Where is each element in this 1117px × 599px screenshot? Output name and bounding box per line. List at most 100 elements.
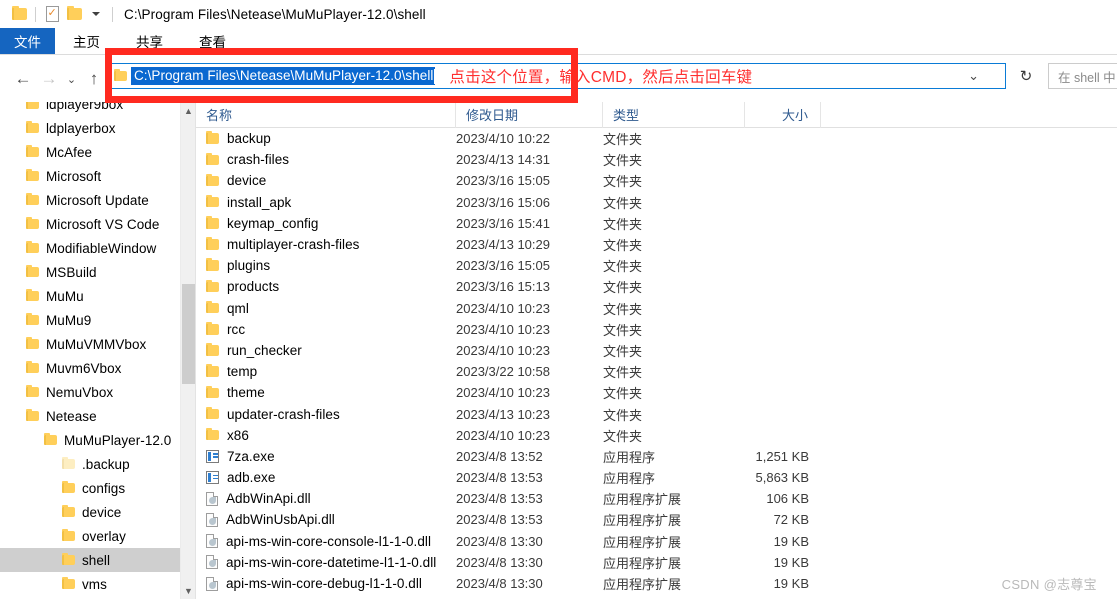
- column-header-size[interactable]: 大小: [745, 101, 821, 128]
- folder-icon: [44, 432, 57, 446]
- sidebar-item-device[interactable]: device: [0, 500, 181, 524]
- table-row[interactable]: api-ms-win-core-datetime-l1-1-0.dll 2023/…: [196, 552, 1117, 573]
- file-name-cell: qml: [196, 301, 456, 316]
- sidebar-item-modifiablewindow[interactable]: ModifiableWindow: [0, 236, 181, 260]
- tab-share[interactable]: 共享: [118, 28, 181, 54]
- table-row[interactable]: crash-files 2023/4/13 14:31 文件夹: [196, 149, 1117, 170]
- sidebar-item-vms[interactable]: vms: [0, 572, 181, 596]
- column-header-name[interactable]: 名称: [196, 101, 456, 128]
- new-folder-icon[interactable]: [63, 3, 85, 25]
- sidebar-item-microsoft-update[interactable]: Microsoft Update: [0, 188, 181, 212]
- file-name-label: adb.exe: [227, 470, 276, 486]
- table-row[interactable]: AdbWinUsbApi.dll 2023/4/8 13:53 应用程序扩展 72 K…: [196, 509, 1117, 530]
- file-type-cell: 文件夹: [603, 322, 643, 338]
- sidebar-item-label: ModifiableWindow: [46, 240, 157, 256]
- sidebar-item-mumu9[interactable]: MuMu9: [0, 308, 181, 332]
- folder-icon: [26, 192, 39, 206]
- table-row[interactable]: api-ms-win-core-console-l1-1-0.dll 2023/4…: [196, 531, 1117, 552]
- sidebar-item-label: MuMu: [46, 288, 84, 304]
- file-size-cell: 1,251 KB: [755, 448, 810, 464]
- exe-icon: [206, 471, 219, 485]
- scroll-up-icon[interactable]: ▲: [181, 102, 196, 119]
- search-input[interactable]: 在 shell 中: [1048, 63, 1117, 89]
- table-row[interactable]: rcc 2023/4/10 10:23 文件夹: [196, 319, 1117, 340]
- address-folder-icon: [114, 68, 127, 82]
- sidebar-item-microsoft[interactable]: Microsoft: [0, 164, 181, 188]
- up-arrow-icon[interactable]: ↑: [81, 64, 107, 94]
- column-header-type[interactable]: 类型: [603, 101, 745, 128]
- chevron-down-icon[interactable]: [85, 3, 107, 25]
- folder-icon: [206, 428, 219, 441]
- sidebar-item-nemuvbox[interactable]: NemuVbox: [0, 380, 181, 404]
- folder-icon: [206, 258, 219, 271]
- folder-tree: ldplayer9box ldplayerbox McAfee Microsoft Mi…: [0, 102, 181, 596]
- sidebar-item-mumuplayer-12-0[interactable]: MuMuPlayer-12.0: [0, 428, 181, 452]
- file-name-label: x86: [227, 427, 249, 443]
- sidebar-item-overlay[interactable]: overlay: [0, 524, 181, 548]
- sidebar-item-configs[interactable]: configs: [0, 476, 181, 500]
- sidebar-item-msbuild[interactable]: MSBuild: [0, 260, 181, 284]
- file-date-cell: 2023/4/10 10:23: [456, 342, 550, 358]
- table-row[interactable]: api-ms-win-core-debug-l1-1-0.dll 2023/4/8…: [196, 573, 1117, 594]
- table-row[interactable]: adb.exe 2023/4/8 13:53 应用程序 5,863 KB: [196, 467, 1117, 488]
- file-type-cell: 文件夹: [603, 407, 643, 423]
- folder-icon: [26, 240, 39, 254]
- table-row[interactable]: multiplayer-crash-files 2023/4/13 10:29 文件…: [196, 234, 1117, 255]
- sidebar-item-muvm6vbox[interactable]: Muvm6Vbox: [0, 356, 181, 380]
- table-row[interactable]: install_apk 2023/3/16 15:06 文件夹: [196, 192, 1117, 213]
- table-row[interactable]: plugins 2023/3/16 15:05 文件夹: [196, 255, 1117, 276]
- sidebar-item-mumuvmmvbox[interactable]: MuMuVMMVbox: [0, 332, 181, 356]
- file-name-cell: updater-crash-files: [196, 407, 456, 422]
- address-input[interactable]: C:\Program Files\Netease\MuMuPlayer-12.0…: [131, 67, 436, 85]
- table-row[interactable]: device 2023/3/16 15:05 文件夹: [196, 170, 1117, 191]
- table-row[interactable]: AdbWinApi.dll 2023/4/8 13:53 应用程序扩展 106 KB: [196, 488, 1117, 509]
- folder-icon: [26, 312, 39, 326]
- address-dropdown-chevron-icon[interactable]: ⌄: [968, 68, 979, 84]
- sidebar-item-backup[interactable]: .backup: [0, 452, 181, 476]
- table-row[interactable]: x86 2023/4/10 10:23 文件夹: [196, 425, 1117, 446]
- scroll-down-icon[interactable]: ▼: [181, 582, 196, 599]
- sidebar-scrollbar-thumb[interactable]: [182, 284, 196, 384]
- file-size-cell: 19 KB: [773, 554, 809, 570]
- address-bar[interactable]: C:\Program Files\Netease\MuMuPlayer-12.0…: [108, 63, 1006, 89]
- table-row[interactable]: backup 2023/4/10 10:22 文件夹: [196, 128, 1117, 149]
- file-name-cell: api-ms-win-core-debug-l1-1-0.dll: [196, 576, 456, 591]
- forward-arrow-icon[interactable]: →: [36, 64, 62, 94]
- refresh-icon[interactable]: ↻: [1012, 63, 1040, 89]
- folder-icon[interactable]: [8, 3, 30, 25]
- properties-checkmark-icon[interactable]: [41, 3, 63, 25]
- file-date-cell: 2023/3/16 15:06: [456, 194, 550, 210]
- file-name-cell: install_apk: [196, 195, 456, 210]
- sidebar-item-mcafee[interactable]: McAfee: [0, 140, 181, 164]
- tab-file[interactable]: 文件: [0, 28, 55, 54]
- column-header-date[interactable]: 修改日期: [456, 101, 603, 128]
- sidebar-item-label: MuMu9: [46, 312, 92, 328]
- table-row[interactable]: qml 2023/4/10 10:23 文件夹: [196, 298, 1117, 319]
- folder-icon: [206, 406, 219, 420]
- sidebar-scrollbar[interactable]: ▲ ▼: [180, 102, 196, 599]
- sidebar-item-microsoft-vs-code[interactable]: Microsoft VS Code: [0, 212, 181, 236]
- sidebar-item-ldplayerbox[interactable]: ldplayerbox: [0, 116, 181, 140]
- sidebar-item-shell[interactable]: shell: [0, 548, 181, 572]
- table-row[interactable]: keymap_config 2023/3/16 15:41 文件夹: [196, 213, 1117, 234]
- sidebar-item-mumu[interactable]: MuMu: [0, 284, 181, 308]
- file-name-label: api-ms-win-core-console-l1-1-0.dll: [226, 533, 432, 549]
- recent-locations-chevron-icon[interactable]: ⌄: [62, 64, 81, 94]
- file-type-cell: 文件夹: [603, 216, 643, 232]
- file-name-cell: api-ms-win-core-console-l1-1-0.dll: [196, 534, 456, 549]
- table-row[interactable]: temp 2023/3/22 10:58 文件夹: [196, 361, 1117, 382]
- sidebar-item-ldplayer9box[interactable]: ldplayer9box: [0, 102, 181, 116]
- table-row[interactable]: 7za.exe 2023/4/8 13:52 应用程序 1,251 KB: [196, 446, 1117, 467]
- table-row[interactable]: updater-crash-files 2023/4/13 10:23 文件夹: [196, 403, 1117, 424]
- sidebar-item-netease[interactable]: Netease: [0, 404, 181, 428]
- table-row[interactable]: products 2023/3/16 15:13 文件夹: [196, 276, 1117, 297]
- folder-icon: [62, 552, 75, 566]
- file-name-label: qml: [227, 300, 249, 316]
- folder-icon: [206, 279, 219, 293]
- file-type-cell: 文件夹: [603, 238, 643, 254]
- tab-view[interactable]: 查看: [181, 28, 244, 54]
- tab-home[interactable]: 主页: [55, 28, 118, 54]
- table-row[interactable]: run_checker 2023/4/10 10:23 文件夹: [196, 340, 1117, 361]
- back-arrow-icon[interactable]: ←: [10, 64, 36, 94]
- table-row[interactable]: theme 2023/4/10 10:23 文件夹: [196, 382, 1117, 403]
